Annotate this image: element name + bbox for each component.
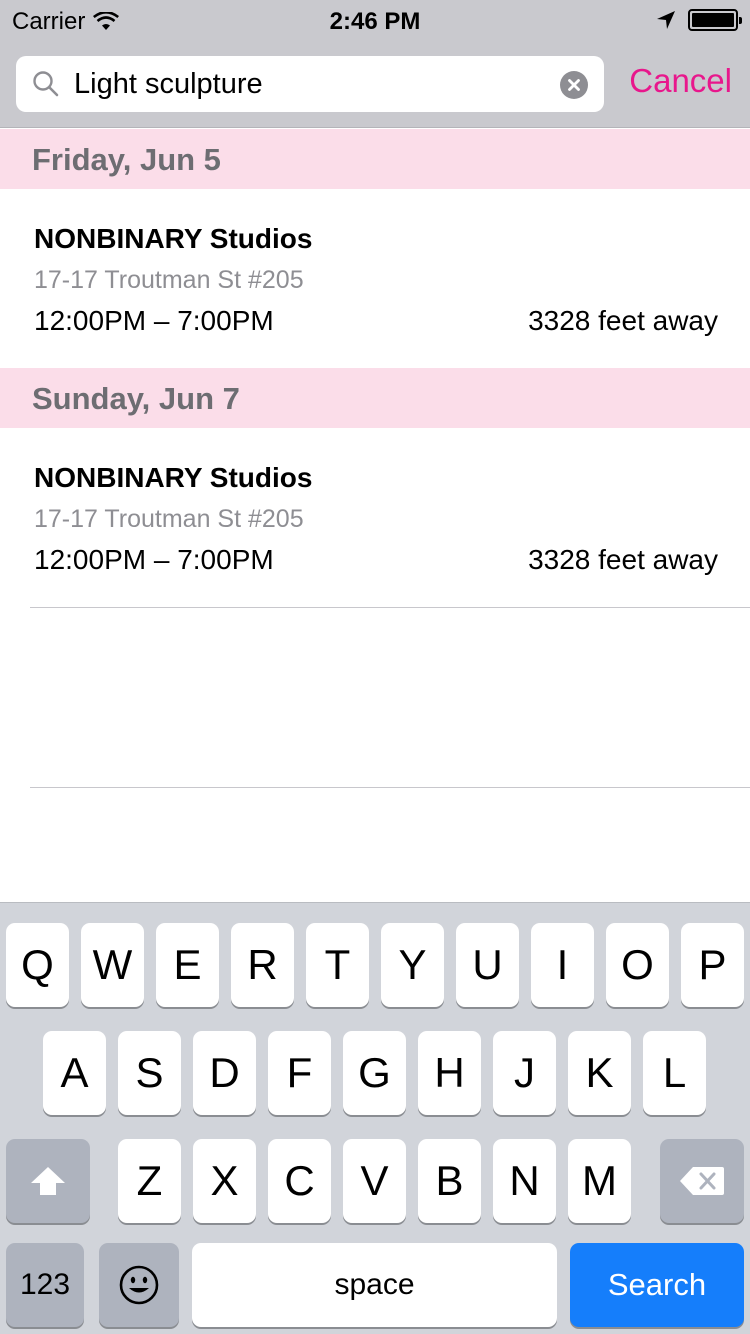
numbers-key[interactable]: 123 [6,1243,84,1327]
key-k[interactable]: K [568,1031,631,1115]
search-key[interactable]: Search [570,1243,744,1327]
key-n[interactable]: N [493,1139,556,1223]
venue-hours: 12:00PM – 7:00PM [34,544,274,575]
key-i[interactable]: I [531,923,594,1007]
key-p[interactable]: P [681,923,744,1007]
key-s[interactable]: S [118,1031,181,1115]
key-t[interactable]: T [306,923,369,1007]
key-d[interactable]: D [193,1031,256,1115]
key-j[interactable]: J [493,1031,556,1115]
emoji-icon [119,1265,159,1305]
list-item[interactable]: NONBINARY Studios 17-17 Troutman St #205… [0,428,750,608]
key-o[interactable]: O [606,923,669,1007]
delete-key[interactable] [660,1139,744,1223]
venue-distance: 3328 feet away [528,305,718,336]
search-header: Carrier 2:46 PM Light sculpture Cancel [0,0,750,128]
key-v[interactable]: V [343,1139,406,1223]
clear-icon[interactable] [560,71,588,99]
search-icon [33,71,59,97]
venue-title: NONBINARY Studios [34,462,313,493]
key-y[interactable]: Y [381,923,444,1007]
key-g[interactable]: G [343,1031,406,1115]
delete-icon [680,1167,724,1195]
key-q[interactable]: Q [6,923,69,1007]
venue-title: NONBINARY Studios [34,223,313,254]
section-header-label: Friday, Jun 5 [32,142,221,177]
search-field[interactable] [16,56,604,112]
section-header-friday: Friday, Jun 5 [0,129,750,189]
key-a[interactable]: A [43,1031,106,1115]
venue-hours: 12:00PM – 7:00PM [34,305,274,336]
key-z[interactable]: Z [118,1139,181,1223]
venue-address: 17-17 Troutman St #205 [34,505,304,533]
key-w[interactable]: W [81,923,144,1007]
key-f[interactable]: F [268,1031,331,1115]
section-header-sunday: Sunday, Jun 7 [0,368,750,428]
key-u[interactable]: U [456,923,519,1007]
section-header-label: Sunday, Jun 7 [32,381,240,416]
venue-address: 17-17 Troutman St #205 [34,266,304,294]
key-m[interactable]: M [568,1139,631,1223]
list-item[interactable]: NONBINARY Studios 17-17 Troutman St #205… [0,189,750,369]
key-x[interactable]: X [193,1139,256,1223]
shift-key[interactable] [6,1139,90,1223]
key-r[interactable]: R [231,923,294,1007]
venue-distance: 3328 feet away [528,544,718,575]
key-e[interactable]: E [156,923,219,1007]
list-separator [30,607,750,608]
battery-icon [688,9,742,31]
emoji-key[interactable] [99,1243,179,1327]
key-h[interactable]: H [418,1031,481,1115]
shift-icon [31,1167,65,1195]
cancel-button[interactable]: Cancel [629,62,732,100]
list-separator [30,787,750,788]
search-input[interactable] [74,64,554,104]
status-bar: Carrier 2:46 PM [0,0,750,40]
status-time: 2:46 PM [329,8,421,35]
key-l[interactable]: L [643,1031,706,1115]
space-key[interactable]: space [192,1243,557,1327]
keyboard: Q W E R T Y U I O P A S D F G H J K L Z … [0,902,750,1334]
key-c[interactable]: C [268,1139,331,1223]
location-arrow-icon [657,11,675,29]
battery-level [692,13,734,27]
key-b[interactable]: B [418,1139,481,1223]
